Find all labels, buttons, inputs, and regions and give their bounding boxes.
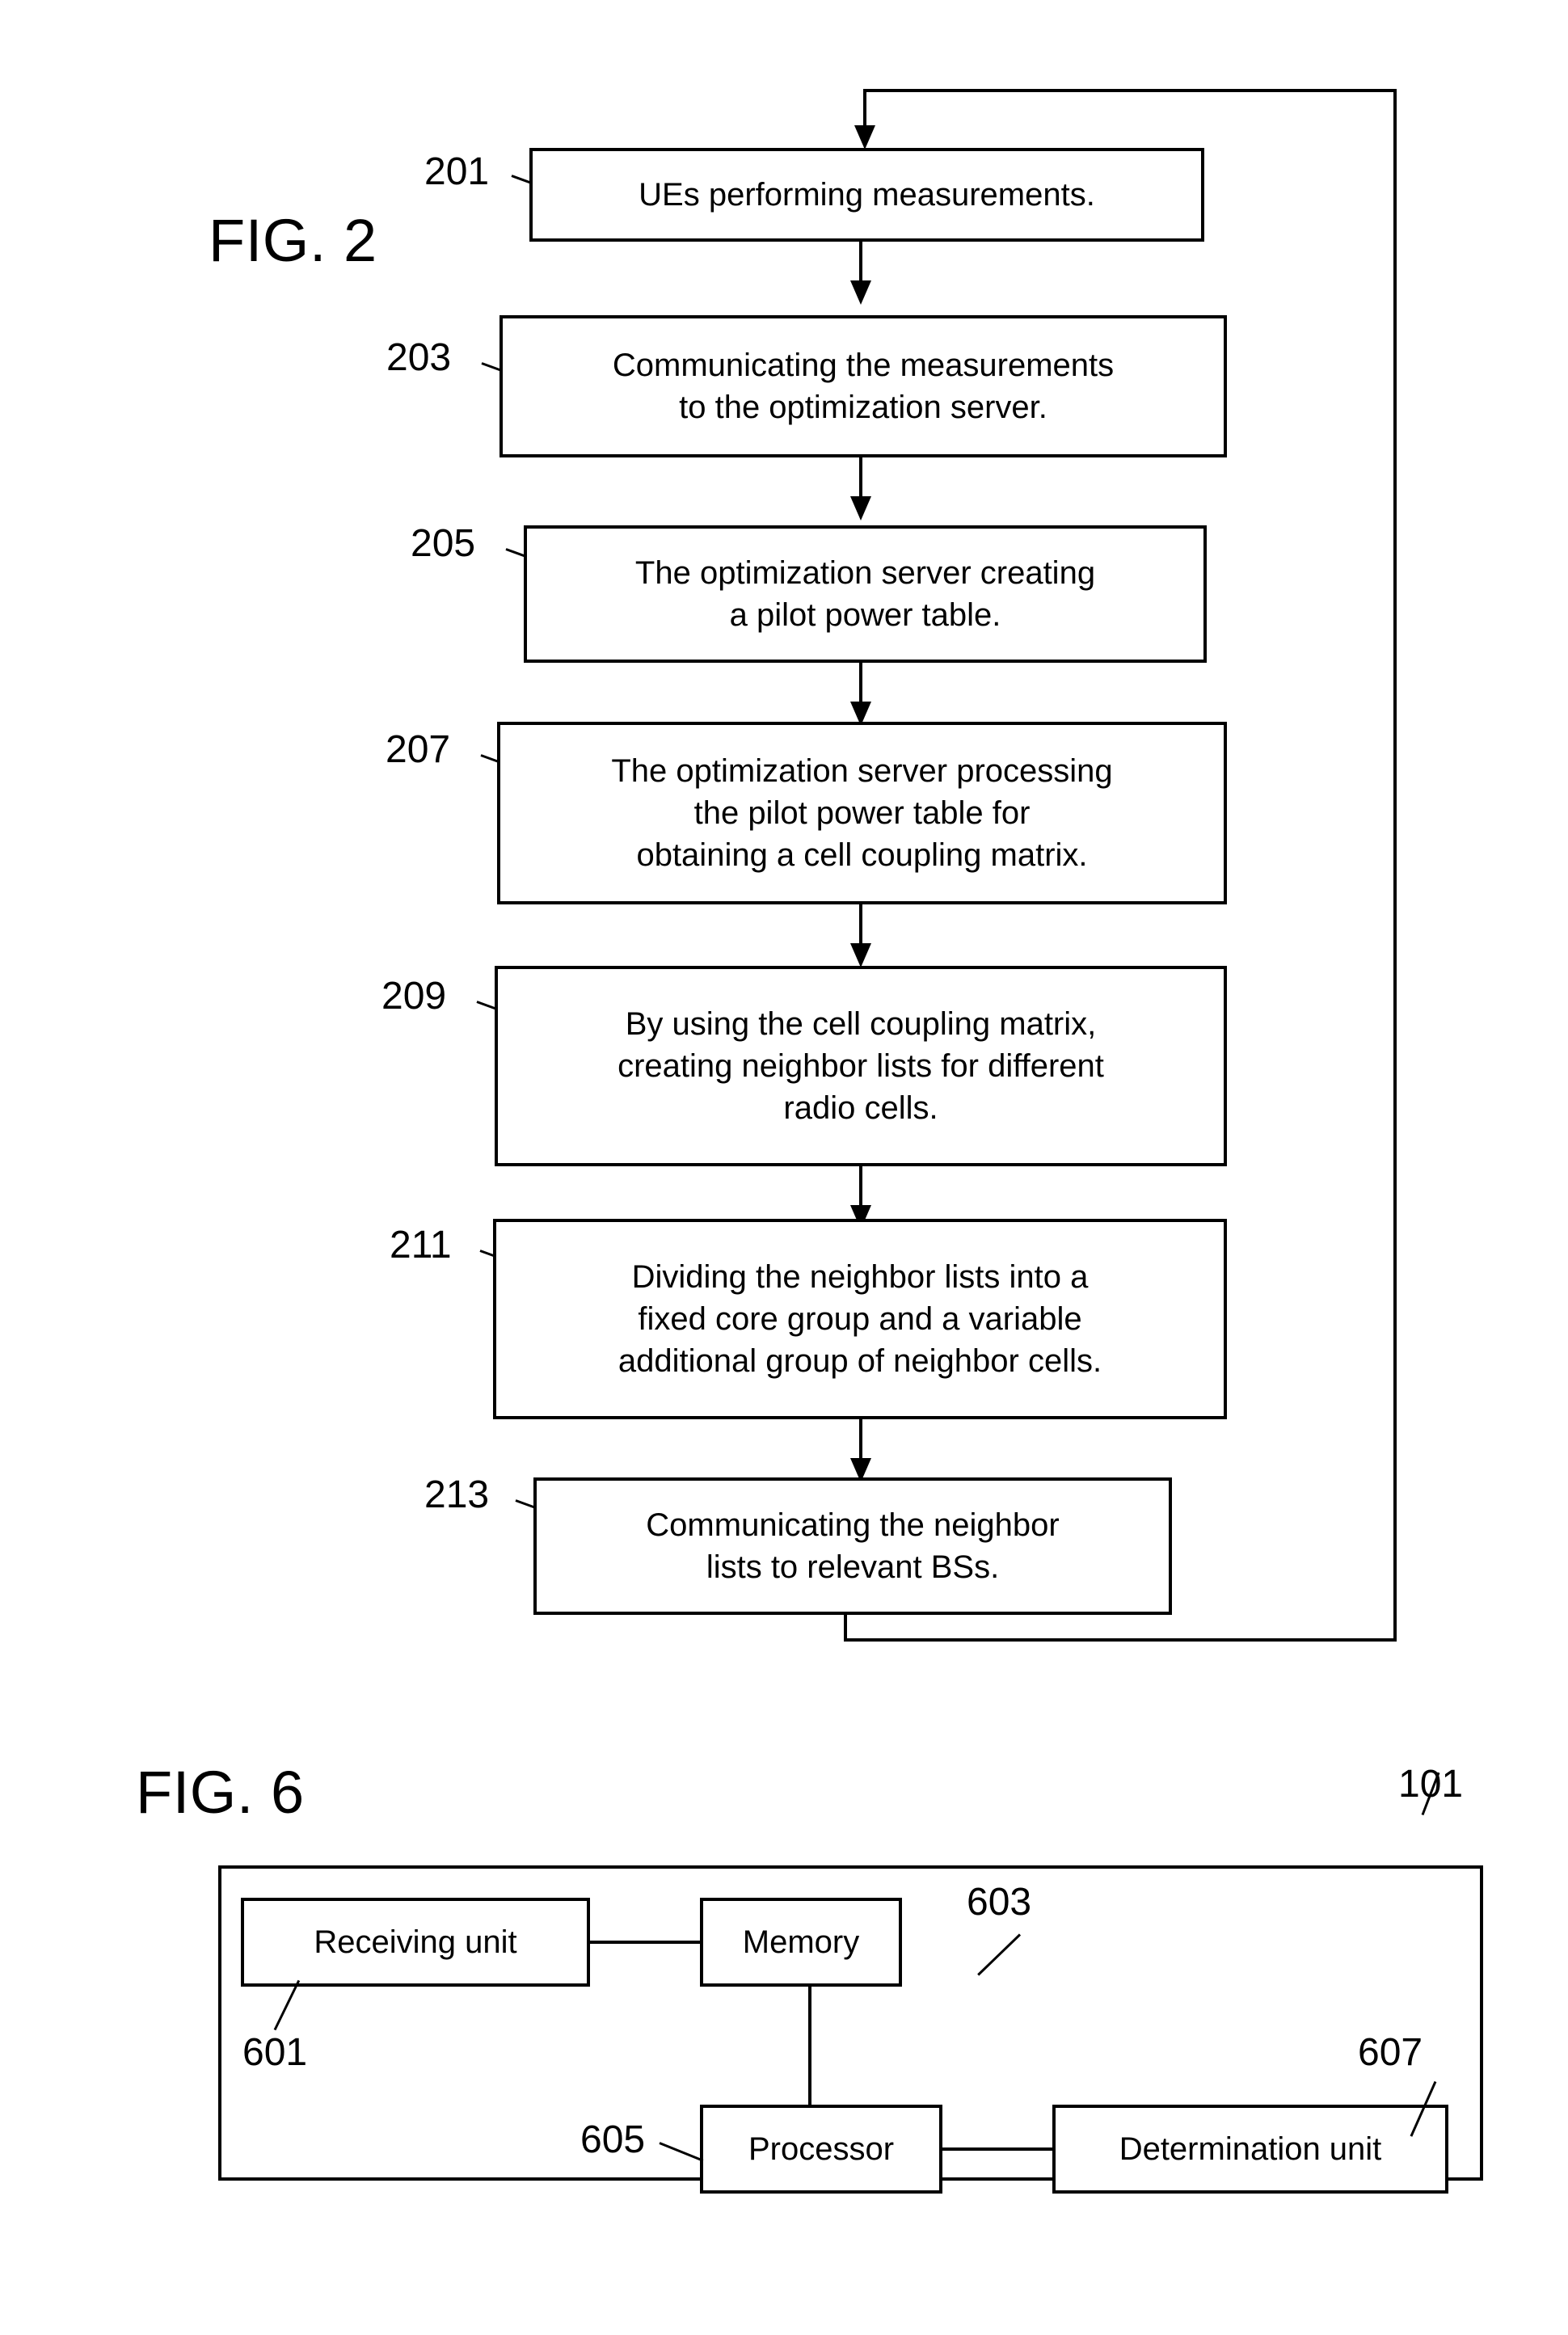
reference-numeral-205: 205 xyxy=(411,522,476,565)
link-processor-to-determination-unit xyxy=(942,2147,1056,2151)
arrow-201-to-203 xyxy=(850,280,871,305)
reference-numeral-603: 603 xyxy=(967,1881,1032,1924)
reference-numeral-213: 213 xyxy=(424,1473,490,1516)
flow-step-201: UEs performing measurements. xyxy=(529,148,1204,242)
flow-step-211: Dividing the neighbor lists into a fixed… xyxy=(493,1219,1227,1419)
block-receiving-unit: Receiving unit xyxy=(241,1898,590,1987)
reference-numeral-207: 207 xyxy=(386,728,451,771)
block-receiving-unit-label: Receiving unit xyxy=(314,1924,517,1960)
link-receiving-unit-to-memory xyxy=(590,1941,703,1944)
flow-step-201-text: UEs performing measurements. xyxy=(639,177,1095,213)
reference-numeral-201: 201 xyxy=(424,150,490,193)
connector-207-to-209 xyxy=(859,904,862,949)
block-processor: Processor xyxy=(700,2105,942,2194)
flow-step-213-text: Communicating the neighbor lists to rele… xyxy=(646,1507,1060,1585)
flow-step-203-text: Communicating the measurements to the op… xyxy=(612,348,1115,425)
block-processor-label: Processor xyxy=(748,2131,895,2167)
figure-6-caption: FIG. 6 xyxy=(136,1759,305,1826)
block-determination-unit-label: Determination unit xyxy=(1119,2131,1382,2167)
flow-step-207: The optimization server processing the p… xyxy=(497,722,1227,904)
connector-201-to-203 xyxy=(859,242,862,286)
reference-numeral-209: 209 xyxy=(381,975,447,1018)
block-determination-unit: Determination unit xyxy=(1052,2105,1448,2194)
connector-209-to-211 xyxy=(859,1166,862,1211)
flow-step-211-text: Dividing the neighbor lists into a fixed… xyxy=(618,1259,1102,1379)
connector-211-to-213 xyxy=(859,1419,862,1464)
link-memory-to-processor xyxy=(808,1987,811,2108)
reference-numeral-203: 203 xyxy=(386,336,452,379)
reference-numeral-211: 211 xyxy=(390,1224,452,1267)
reference-numeral-101: 101 xyxy=(1398,1763,1464,1806)
arrow-203-to-205 xyxy=(850,496,871,521)
reference-numeral-601: 601 xyxy=(242,2031,308,2074)
flow-step-209-text: By using the cell coupling matrix, creat… xyxy=(618,1006,1104,1126)
flow-step-205-text: The optimization server creating a pilot… xyxy=(634,555,1096,633)
connector-203-to-205 xyxy=(859,457,862,502)
flow-step-213: Communicating the neighbor lists to rele… xyxy=(533,1477,1172,1615)
arrow-207-to-209 xyxy=(850,943,871,967)
block-memory-label: Memory xyxy=(742,1924,860,1960)
feedback-arrow-head xyxy=(854,125,875,150)
flow-step-207-text: The optimization server processing the p… xyxy=(611,753,1113,873)
flow-step-203: Communicating the measurements to the op… xyxy=(499,315,1227,457)
flow-step-209: By using the cell coupling matrix, creat… xyxy=(495,966,1227,1166)
reference-numeral-607: 607 xyxy=(1358,2031,1423,2074)
patent-drawing-sheet: FIG. 2 201 UEs performing measurements. … xyxy=(0,0,1568,2335)
reference-numeral-605: 605 xyxy=(580,2118,646,2161)
connector-205-to-207 xyxy=(859,663,862,707)
flow-step-205: The optimization server creating a pilot… xyxy=(524,525,1207,663)
figure-2-caption: FIG. 2 xyxy=(209,207,377,274)
block-memory: Memory xyxy=(700,1898,902,1987)
